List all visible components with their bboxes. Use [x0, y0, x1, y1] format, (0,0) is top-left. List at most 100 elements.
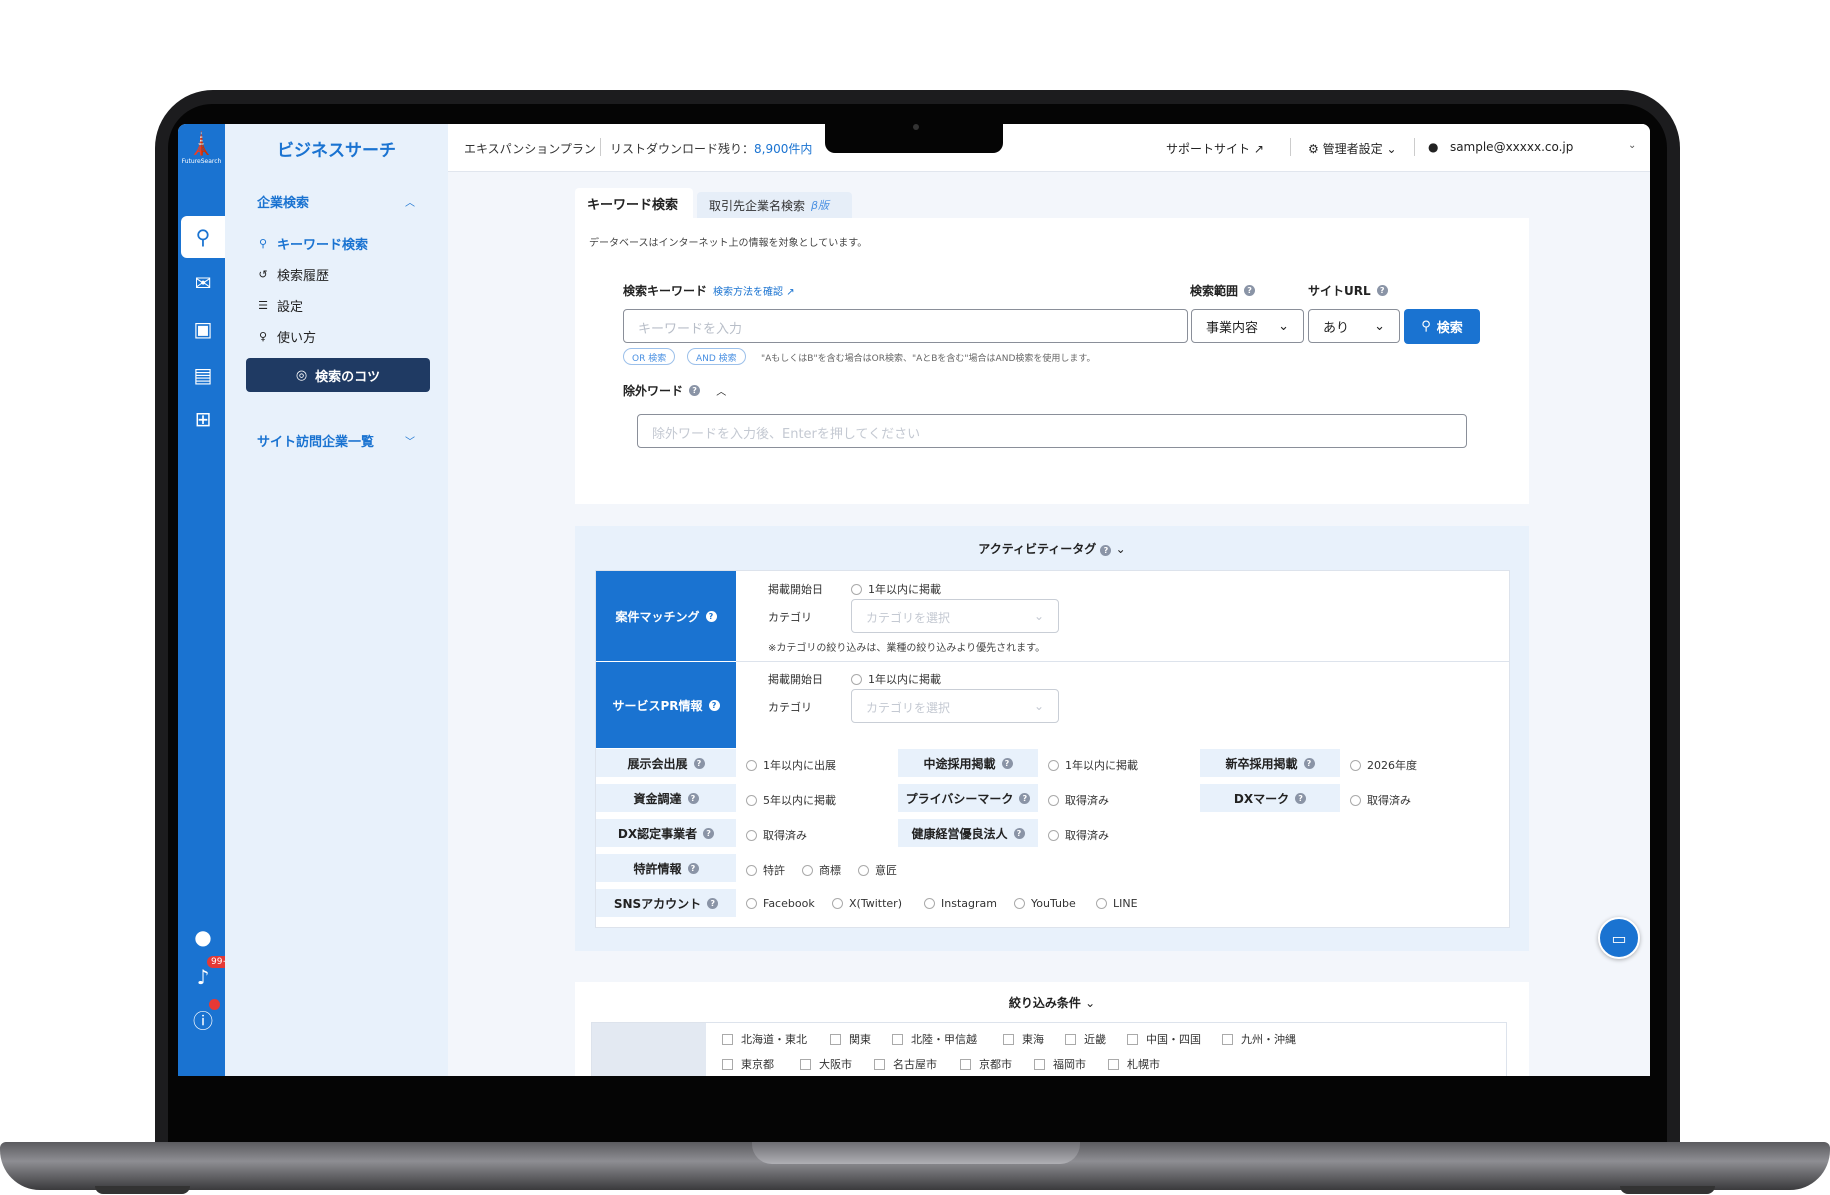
radio-icon	[746, 864, 757, 876]
region-checkbox[interactable]: 北陸・甲信越	[892, 1031, 977, 1047]
region-checkbox[interactable]: 北海道・東北	[722, 1031, 807, 1047]
support-site-link[interactable]: サポートサイト ↗	[1166, 140, 1264, 157]
service-category-select[interactable]: カテゴリを選択 ⌄	[851, 689, 1059, 723]
chat-icon: ▭	[1611, 928, 1627, 948]
section-site-visitors[interactable]: サイト訪問企業一覧	[257, 431, 374, 450]
help-icon[interactable]: ?	[1295, 792, 1307, 804]
divider	[600, 138, 601, 156]
and-search-pill[interactable]: AND 検索	[687, 348, 746, 365]
city-checkbox[interactable]: 札幌市	[1108, 1056, 1160, 1072]
matching-category-select[interactable]: カテゴリを選択 ⌄	[851, 599, 1059, 633]
user-menu[interactable]: ● sample@xxxxx.co.jp	[1428, 140, 1573, 154]
line-radio[interactable]: LINE	[1096, 897, 1138, 910]
twitter-radio[interactable]: X(Twitter)	[832, 897, 902, 910]
rail-contact-button[interactable]: ▣	[181, 308, 225, 350]
region-checkbox[interactable]: 近畿	[1065, 1031, 1106, 1047]
app-logo[interactable]: 🗼 FutureSearch	[178, 132, 225, 182]
matching-date-radio[interactable]: 1年以内に掲載	[851, 581, 941, 597]
search-tips-button[interactable]: ◎ 検索のコツ	[246, 358, 430, 392]
activity-title[interactable]: アクティビティータグ ? ⌄	[575, 540, 1529, 557]
matching-label: 案件マッチング	[615, 609, 700, 624]
help-icon[interactable]: ?	[687, 792, 699, 804]
region-checkbox[interactable]: 関東	[830, 1031, 871, 1047]
rail-mail-button[interactable]: ✉	[181, 262, 225, 304]
funding-radio[interactable]: 5年以内に掲載	[746, 792, 836, 808]
sidebar-item-keyword-search[interactable]: ⚲ キーワード検索	[257, 234, 368, 253]
help-icon[interactable]: ?	[1100, 545, 1112, 556]
help-icon[interactable]: ?	[693, 757, 705, 769]
chevron-down-icon[interactable]: ﹀	[405, 433, 415, 448]
sidebar-item-settings[interactable]: ☰ 設定	[257, 296, 303, 315]
or-search-pill[interactable]: OR 検索	[623, 348, 676, 365]
help-icon[interactable]: ?	[1013, 827, 1025, 839]
radio-icon	[1048, 829, 1059, 841]
patent-radio[interactable]: 特許	[746, 862, 785, 878]
service-pr-label: サービスPR情報	[612, 698, 703, 713]
grid-label-newgrad: 新卒採用掲載?	[1200, 749, 1340, 779]
help-icon[interactable]: ?	[1019, 792, 1031, 804]
sidebar-item-history[interactable]: ↺ 検索履歴	[257, 265, 329, 284]
privacy-radio[interactable]: 取得済み	[1048, 792, 1109, 808]
chat-support-button[interactable]: ▭	[1598, 917, 1640, 959]
trademark-radio[interactable]: 商標	[802, 862, 841, 878]
chevron-up-icon[interactable]: ︿	[716, 383, 726, 398]
rail-search-button[interactable]: ⚲	[181, 216, 225, 258]
search-range-select[interactable]: 事業内容 ⌄	[1191, 309, 1304, 343]
site-url-select[interactable]: あり ⌄	[1308, 309, 1400, 343]
divider	[1414, 138, 1415, 156]
service-date-radio[interactable]: 1年以内に掲載	[851, 671, 941, 687]
search-button[interactable]: ⚲ 検索	[1404, 309, 1480, 344]
exclude-word-input[interactable]: 除外ワードを入力後、Enterを押してください	[637, 414, 1467, 448]
city-checkbox[interactable]: 大阪市	[800, 1056, 852, 1072]
category-placeholder: カテゴリを選択	[866, 701, 951, 715]
tab-keyword-search[interactable]: キーワード検索	[575, 188, 693, 218]
help-icon[interactable]: ?	[708, 699, 720, 711]
radio-label: 取得済み	[1065, 829, 1109, 842]
section-company-search[interactable]: 企業検索	[257, 192, 309, 211]
region-checkbox[interactable]: 東海	[1003, 1031, 1044, 1047]
sidebar-item-howto[interactable]: ♀ 使い方	[257, 327, 316, 346]
youtube-radio[interactable]: YouTube	[1014, 897, 1076, 910]
chevron-up-icon[interactable]: ︿	[405, 194, 415, 209]
help-icon[interactable]: ?	[1303, 757, 1315, 769]
dxmark-radio[interactable]: 取得済み	[1350, 792, 1411, 808]
search-method-link[interactable]: 検索方法を確認 ↗	[713, 283, 795, 298]
radio-label: 意匠	[875, 864, 897, 877]
tab-partner-search[interactable]: 取引先企業名検索 β版	[697, 192, 852, 218]
rail-add-document-button[interactable]: ⊞	[181, 398, 225, 440]
keyword-input[interactable]: キーワードを入力	[623, 309, 1188, 343]
newgrad-radio[interactable]: 2026年度	[1350, 757, 1417, 773]
midcareer-radio[interactable]: 1年以内に掲載	[1048, 757, 1138, 773]
city-checkbox[interactable]: 京都市	[960, 1056, 1012, 1072]
help-icon[interactable]: ?	[687, 862, 699, 874]
design-radio[interactable]: 意匠	[858, 862, 897, 878]
help-icon[interactable]: ?	[707, 897, 719, 909]
health-radio[interactable]: 取得済み	[1048, 827, 1109, 843]
exhibition-radio[interactable]: 1年以内に出展	[746, 757, 836, 773]
help-icon[interactable]: ?	[1001, 757, 1013, 769]
grid-label-text: SNSアカウント	[613, 896, 702, 911]
checkbox-icon	[722, 1058, 733, 1070]
help-icon[interactable]: ?	[1376, 285, 1388, 296]
instagram-radio[interactable]: Instagram	[924, 897, 997, 910]
help-icon[interactable]: ?	[1244, 285, 1256, 296]
region-checkbox[interactable]: 九州・沖縄	[1222, 1031, 1296, 1047]
brand-title[interactable]: ビジネスサーチ	[225, 136, 448, 161]
dx-certified-radio[interactable]: 取得済み	[746, 827, 807, 843]
help-icon[interactable]: ?	[703, 827, 715, 839]
tab-label: キーワード検索	[587, 197, 679, 213]
city-checkbox[interactable]: 名古屋市	[874, 1056, 937, 1072]
filter-panel: 絞り込み条件 ⌄ 北海道・東北 関東 北陸・甲信越 東海 近畿 中国・四国 九州…	[575, 982, 1529, 1076]
region-checkbox[interactable]: 中国・四国	[1127, 1031, 1201, 1047]
help-icon[interactable]: ?	[705, 610, 717, 622]
rail-tips-button[interactable]: ●	[181, 916, 225, 958]
rail-book-button[interactable]: ▤	[181, 354, 225, 396]
filter-title[interactable]: 絞り込み条件 ⌄	[575, 994, 1529, 1011]
city-checkbox[interactable]: 東京都	[722, 1056, 774, 1072]
chevron-down-icon[interactable]: ⌄	[1628, 140, 1636, 151]
grid-label-sns: SNSアカウント?	[596, 889, 736, 919]
city-checkbox[interactable]: 福岡市	[1034, 1056, 1086, 1072]
facebook-radio[interactable]: Facebook	[746, 897, 815, 910]
admin-settings-menu[interactable]: ⚙ 管理者設定 ⌄	[1308, 140, 1397, 157]
help-icon[interactable]: ?	[689, 385, 701, 396]
